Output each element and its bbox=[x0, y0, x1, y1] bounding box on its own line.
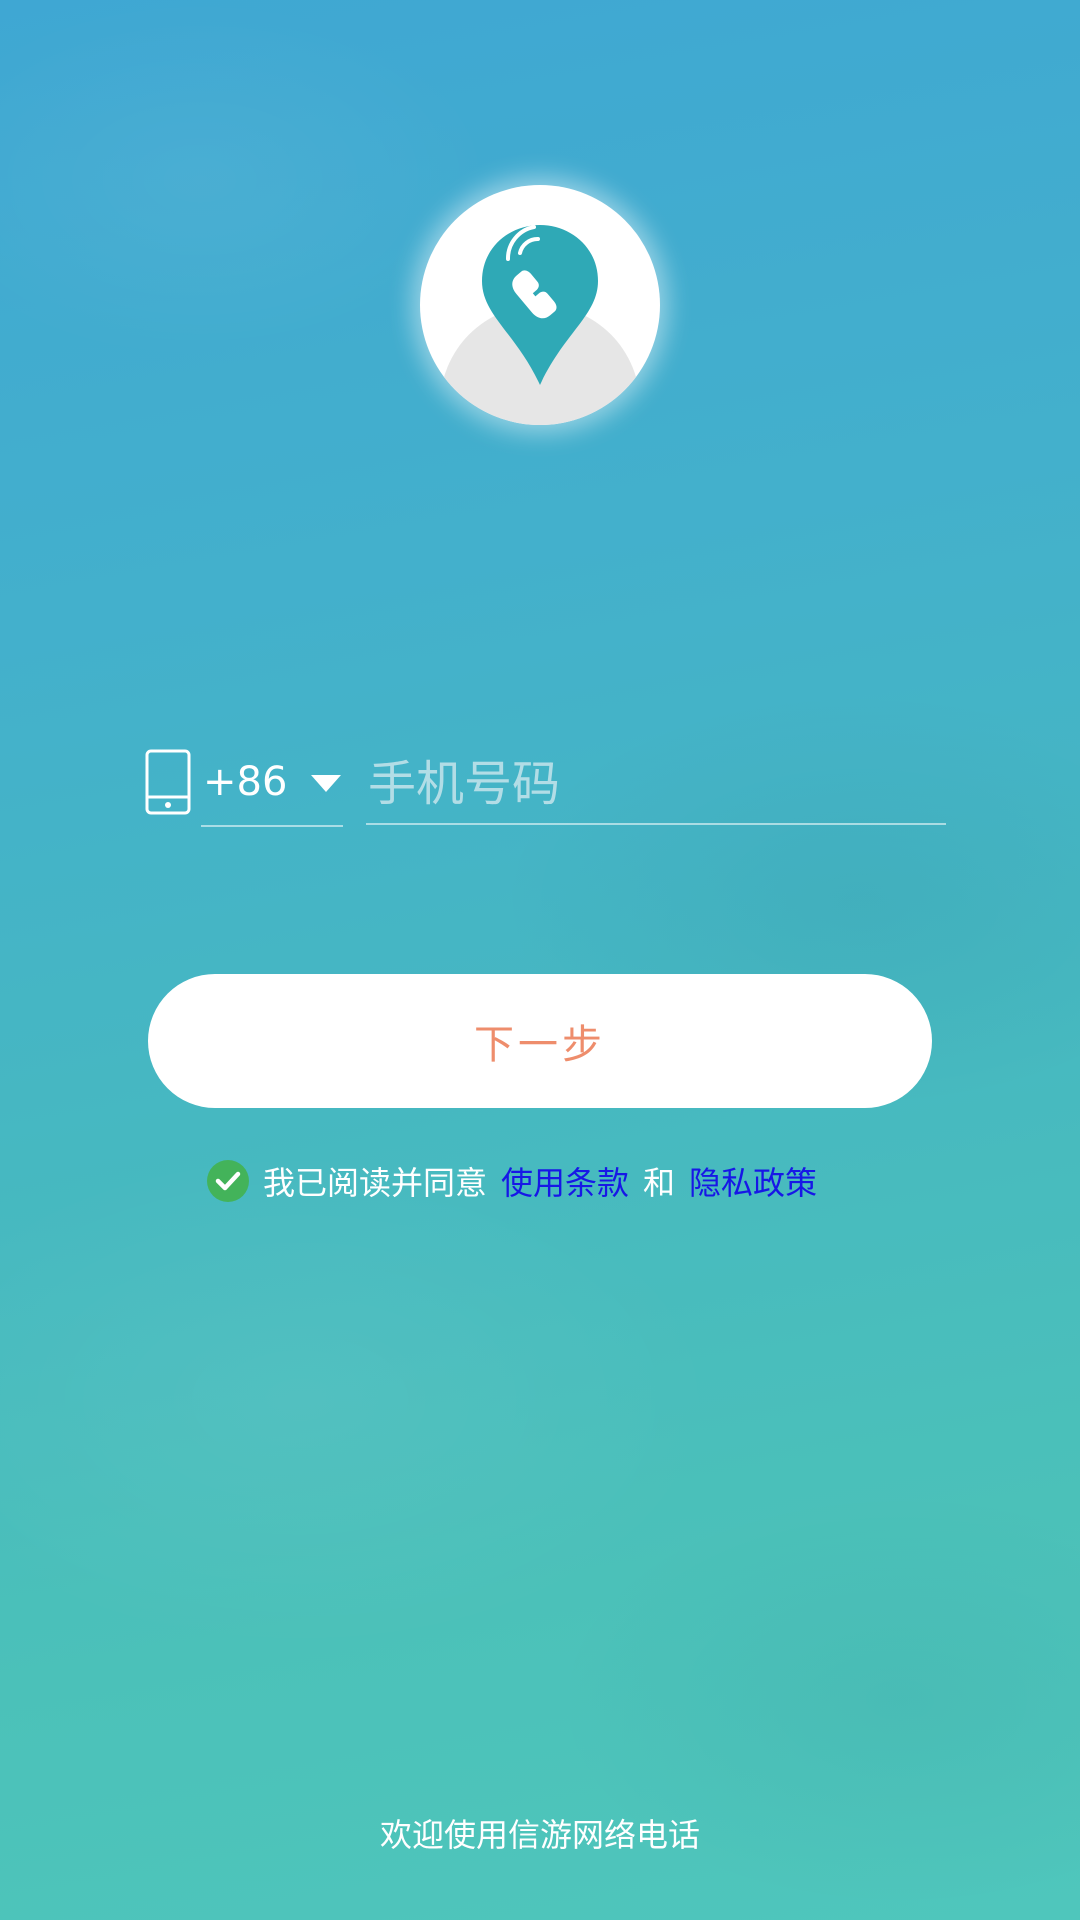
welcome-text: 欢迎使用信游网络电话 bbox=[379, 1816, 700, 1854]
caret-down-icon bbox=[311, 775, 341, 792]
privacy-policy-link[interactable]: 隐私政策 bbox=[689, 1158, 817, 1204]
phone-number-input[interactable] bbox=[366, 745, 946, 825]
app-logo bbox=[420, 185, 660, 425]
agreement-conjunction-text: 和 bbox=[643, 1164, 676, 1202]
phone-number-row: +86 bbox=[145, 745, 946, 827]
country-code-label: +86 bbox=[203, 759, 288, 805]
terms-of-use-link[interactable]: 使用条款 bbox=[501, 1158, 629, 1204]
location-pin-phone-icon bbox=[440, 225, 640, 425]
agreement-prefix-text: 我已阅读并同意 bbox=[263, 1164, 488, 1202]
checkmark-icon bbox=[215, 1171, 241, 1191]
agreement-checkbox[interactable] bbox=[207, 1160, 249, 1202]
mobile-phone-icon bbox=[145, 749, 191, 815]
next-step-button[interactable]: 下一步 bbox=[148, 974, 932, 1108]
agreement-row: 我已阅读并同意 使用条款 和 隐私政策 bbox=[207, 1158, 817, 1204]
country-code-selector[interactable]: +86 bbox=[201, 745, 343, 827]
